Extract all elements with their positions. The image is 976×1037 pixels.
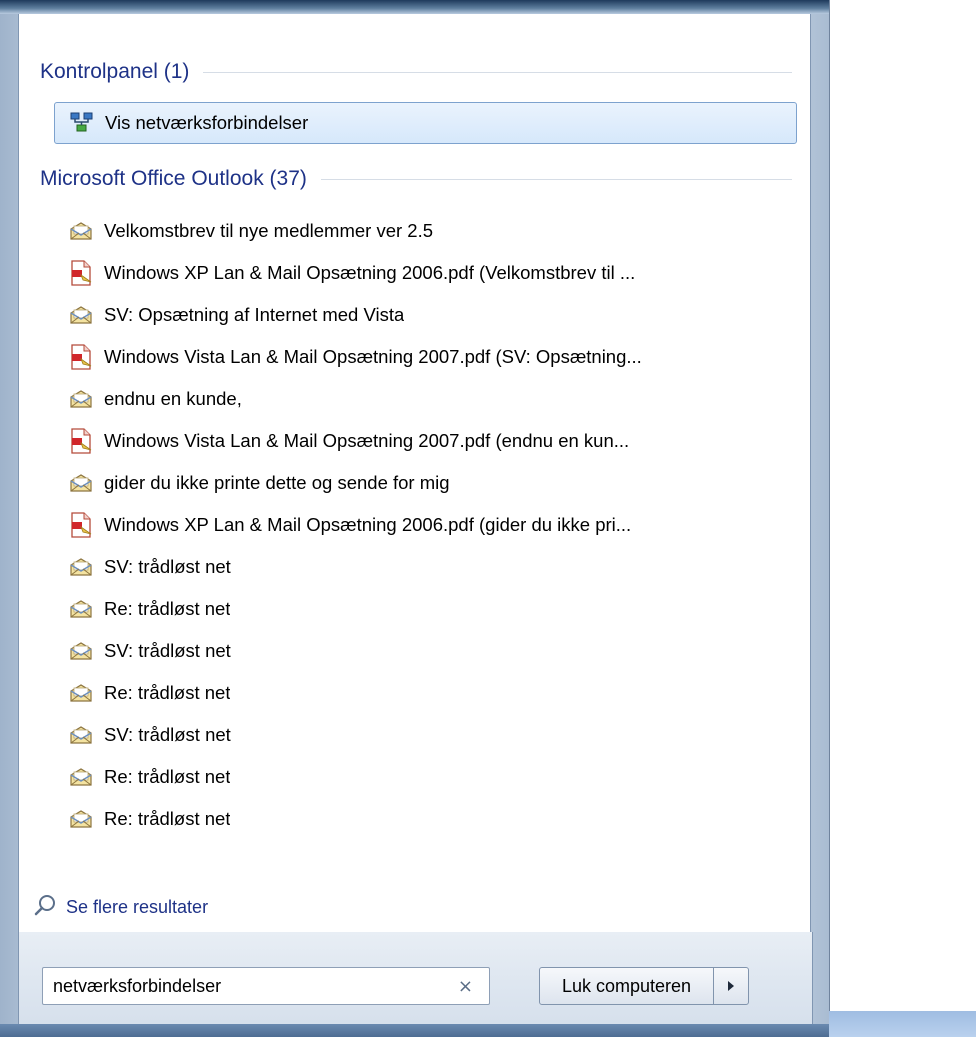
result-item-label: Windows Vista Lan & Mail Opsætning 2007.… [104,346,642,367]
result-item-label: Re: trådløst net [104,598,231,619]
search-icon [34,893,58,921]
result-item-label: Re: trådløst net [104,682,231,703]
outlook-result-item[interactable]: SV: trådløst net [54,547,797,587]
pdf-attachment-icon [64,425,98,457]
result-item-label: SV: trådløst net [104,724,231,745]
envelope-icon [64,803,98,835]
shutdown-button-group: Luk computeren [539,967,749,1005]
group-header-control-panel[interactable]: Kontrolpanel (1) [40,57,792,87]
result-item-label: Velkomstbrev til nye medlemmer ver 2.5 [104,220,434,241]
see-more-results-link[interactable]: Se flere resultater [34,890,208,924]
taskbar [829,1011,976,1037]
envelope-icon [64,215,98,247]
outlook-result-item[interactable]: Windows XP Lan & Mail Opsætning 2006.pdf… [54,505,797,545]
result-item-label: SV: trådløst net [104,556,231,577]
outlook-result-item[interactable]: Windows Vista Lan & Mail Opsætning 2007.… [54,421,797,461]
envelope-icon [64,635,98,667]
result-item-label: Vis netværksforbindelser [105,112,309,133]
outlook-result-item[interactable]: SV: trådløst net [54,631,797,671]
group-title: Kontrolpanel (1) [40,60,190,83]
group-divider [203,71,792,73]
result-item-label: SV: trådløst net [104,640,231,661]
network-connections-icon [65,107,99,139]
envelope-icon [64,299,98,331]
result-item-label: Windows Vista Lan & Mail Opsætning 2007.… [104,430,630,451]
outlook-result-item[interactable]: gider du ikke printe dette og sende for … [54,463,797,503]
shutdown-button[interactable]: Luk computeren [540,968,714,1004]
result-item-label: Windows XP Lan & Mail Opsætning 2006.pdf… [104,514,632,535]
close-icon[interactable]: × [458,976,473,997]
outlook-result-item[interactable]: Velkomstbrev til nye medlemmer ver 2.5 [54,211,797,251]
result-item-label: Re: trådløst net [104,808,231,829]
result-item-network-connections[interactable]: Vis netværksforbindelser [54,102,797,144]
outlook-result-item[interactable]: Re: trådløst net [54,589,797,629]
envelope-icon [64,383,98,415]
search-input[interactable] [53,975,433,997]
outlook-result-item[interactable]: Re: trådløst net [54,799,797,839]
pdf-attachment-icon [64,257,98,289]
result-item-label: gider du ikke printe dette og sende for … [104,472,450,493]
pdf-attachment-icon [64,341,98,373]
envelope-icon [64,719,98,751]
result-item-label: Re: trådløst net [104,766,231,787]
start-menu-top-border [0,0,829,14]
pdf-attachment-icon [64,509,98,541]
search-field[interactable]: × [42,967,490,1005]
outlook-result-item[interactable]: Re: trådløst net [54,673,797,713]
result-item-label: endnu en kunde, [104,388,242,409]
outlook-result-item[interactable]: endnu en kunde, [54,379,797,419]
group-divider [320,178,792,180]
envelope-icon [64,551,98,583]
envelope-icon [64,677,98,709]
outlook-result-item[interactable]: SV: Opsætning af Internet med Vista [54,295,797,335]
start-menu-bottom-edge [0,1024,829,1037]
result-item-label: SV: Opsætning af Internet med Vista [104,304,405,325]
outlook-result-item[interactable]: Windows XP Lan & Mail Opsætning 2006.pdf… [54,253,797,293]
group-title: Microsoft Office Outlook (37) [40,167,307,190]
outlook-result-item[interactable]: SV: trådløst net [54,715,797,755]
chevron-right-icon[interactable] [714,968,748,1004]
envelope-icon [64,467,98,499]
result-item-label: Windows XP Lan & Mail Opsætning 2006.pdf… [104,262,636,283]
group-header-outlook[interactable]: Microsoft Office Outlook (37) [40,164,792,194]
outlook-result-item[interactable]: Re: trådløst net [54,757,797,797]
see-more-label: Se flere resultater [66,896,209,917]
envelope-icon [64,593,98,625]
outlook-result-item[interactable]: Windows Vista Lan & Mail Opsætning 2007.… [54,337,797,377]
envelope-icon [64,761,98,793]
